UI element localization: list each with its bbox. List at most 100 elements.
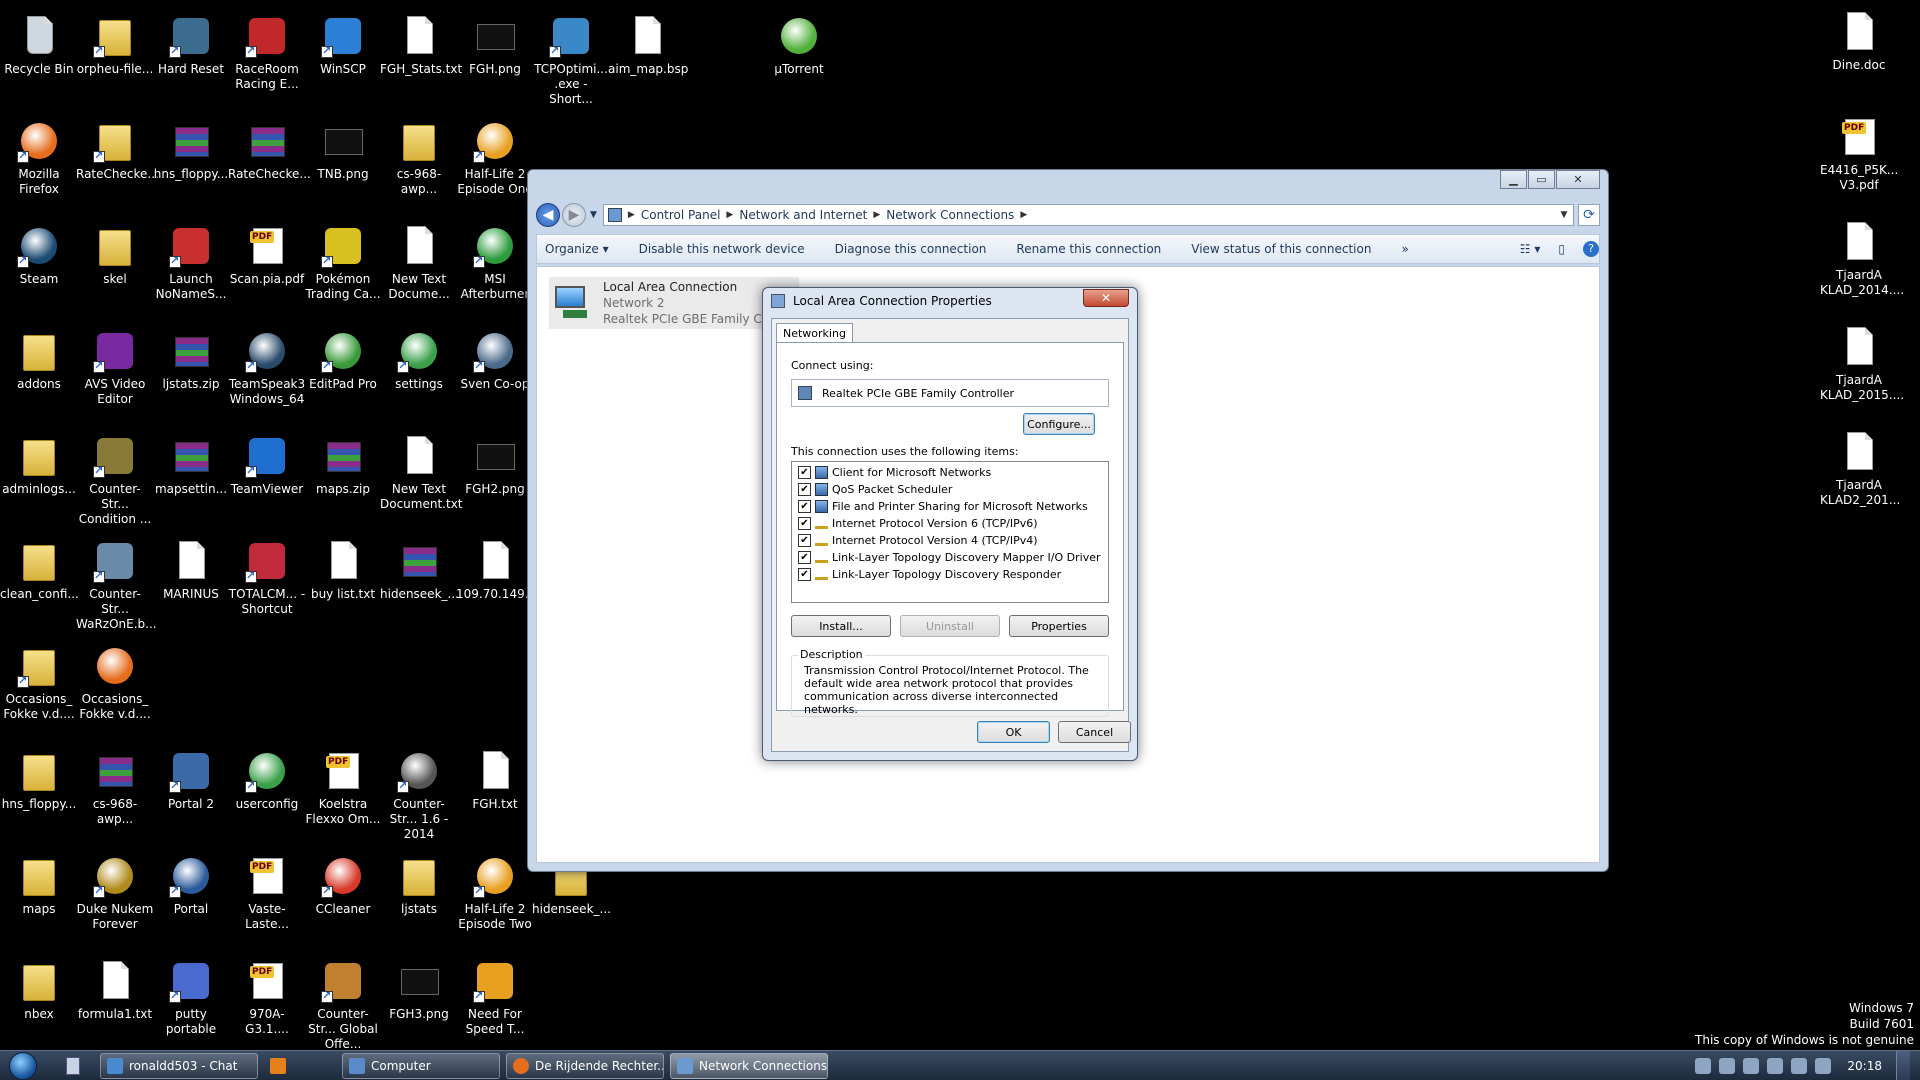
maximize-button[interactable]: ▭	[1528, 170, 1555, 189]
item-checkbox[interactable]: ✔	[798, 568, 811, 581]
start-button[interactable]	[0, 1051, 46, 1080]
desktop-icon[interactable]: Recycle Bin	[0, 14, 78, 77]
desktop-icon[interactable]: WinSCP	[304, 14, 382, 77]
dialog-close-button[interactable]: ✕	[1083, 289, 1129, 307]
minimize-button[interactable]: ▁	[1500, 170, 1527, 189]
desktop-icon[interactable]: hidenseek_...	[380, 539, 459, 602]
desktop-icon[interactable]: FGH2.png	[456, 434, 534, 497]
desktop-icon[interactable]: FGH.txt	[456, 749, 534, 812]
desktop-icon[interactable]: TOTALCM... - Shortcut	[228, 539, 306, 617]
desktop-icon[interactable]: New Text Document.txt	[380, 434, 463, 512]
power-tray-icon[interactable]	[1791, 1057, 1808, 1074]
desktop-icon[interactable]: settings	[380, 329, 458, 392]
desktop-icon[interactable]: skel	[76, 224, 154, 287]
desktop-icon[interactable]: Launch NoNameS...	[152, 224, 230, 302]
properties-button[interactable]: Properties	[1009, 615, 1109, 637]
desktop-icon[interactable]: Portal 2	[152, 749, 230, 812]
desktop-icon[interactable]: TjaardA KLAD_2014....	[1820, 220, 1904, 298]
desktop-icon[interactable]: mapsettin...	[152, 434, 230, 497]
desktop-icon[interactable]: Counter-Str... 1.6 - 2014	[380, 749, 458, 842]
item-checkbox[interactable]: ✔	[798, 500, 811, 513]
desktop-icon[interactable]: buy list.txt	[304, 539, 382, 602]
desktop-icon[interactable]: Portal	[152, 854, 230, 917]
desktop-icon[interactable]: 109.70.149.2...	[456, 539, 548, 602]
desktop-icon[interactable]: cs-968-awp...	[380, 119, 458, 197]
desktop-icon[interactable]: Hard Reset	[152, 14, 230, 77]
desktop-icon[interactable]: aim_map.bsp	[608, 14, 688, 77]
list-item[interactable]: ✔ Client for Microsoft Networks	[798, 464, 1102, 481]
breadcrumb-separator[interactable]: ▶	[1020, 210, 1027, 220]
desktop-icon[interactable]: hns_floppy...	[0, 749, 78, 812]
desktop-icon[interactable]: Counter-Str... WaRzOnE.b...	[76, 539, 157, 632]
close-button[interactable]: ✕	[1556, 170, 1600, 189]
forward-button[interactable]: ▶	[562, 203, 586, 227]
desktop-icon[interactable]: RateChecke...	[76, 119, 159, 182]
breadcrumb-network-connections[interactable]: Network Connections	[886, 208, 1014, 222]
tray-app-icon[interactable]	[1719, 1057, 1736, 1074]
back-button[interactable]: ◀	[536, 203, 560, 227]
desktop-icon[interactable]: maps.zip	[304, 434, 382, 497]
breadcrumb-control-panel[interactable]: Control Panel	[641, 208, 721, 222]
breadcrumb-separator[interactable]: ▶	[726, 210, 733, 220]
desktop-icon[interactable]: maps	[0, 854, 78, 917]
desktop-icon[interactable]: FGH_Stats.txt	[380, 14, 462, 77]
taskbar-item-network-connections[interactable]: Network Connections	[670, 1052, 828, 1079]
uninstall-button[interactable]: Uninstall	[900, 615, 1000, 637]
desktop-icon[interactable]: Occasions_ Fokke v.d....	[0, 644, 78, 722]
desktop-icon[interactable]: TeamSpeak3 Windows_64	[228, 329, 306, 407]
item-checkbox[interactable]: ✔	[798, 483, 811, 496]
list-item[interactable]: ✔ Link-Layer Topology Discovery Mapper I/…	[798, 549, 1102, 566]
desktop-icon[interactable]: putty portable	[152, 959, 230, 1037]
desktop-icon[interactable]: AVS Video Editor	[76, 329, 154, 407]
breadcrumb-separator[interactable]: ▶	[873, 210, 880, 220]
desktop-icon[interactable]: ljstats.zip	[152, 329, 230, 392]
view-status-button[interactable]: View status of this connection	[1191, 242, 1371, 256]
desktop-icon[interactable]: CCleaner	[304, 854, 382, 917]
desktop-icon[interactable]: RaceRoom Racing E...	[228, 14, 306, 92]
desktop-icon[interactable]: Sven Co-op	[456, 329, 534, 392]
list-item[interactable]: ✔ File and Printer Sharing for Microsoft …	[798, 498, 1102, 515]
desktop-icon[interactable]: Half-Life 2 Episode Two	[456, 854, 534, 932]
desktop-icon[interactable]: EditPad Pro	[304, 329, 382, 392]
desktop-icon[interactable]: Half-Life 2 Episode One	[456, 119, 534, 197]
desktop-icon[interactable]: Koelstra Flexxo Om...	[304, 749, 382, 827]
desktop-icon[interactable]: hns_floppy...	[152, 119, 230, 182]
desktop-icon[interactable]: MARINUS	[152, 539, 230, 602]
refresh-icon[interactable]: ⟳	[1578, 204, 1600, 226]
desktop-icon[interactable]: µTorrent	[760, 14, 838, 77]
install-button[interactable]: Install...	[791, 615, 891, 637]
list-item[interactable]: ✔ Internet Protocol Version 6 (TCP/IPv6)	[798, 515, 1102, 532]
address-dropdown-icon[interactable]: ▼	[1555, 210, 1573, 220]
steam-tray-icon[interactable]	[1695, 1057, 1712, 1074]
desktop-icon[interactable]: MSI Afterburner	[456, 224, 534, 302]
configure-button[interactable]: Configure...	[1023, 413, 1095, 435]
item-checkbox[interactable]: ✔	[798, 534, 811, 547]
network-tray-icon[interactable]	[1767, 1057, 1784, 1074]
desktop-icon[interactable]: Vaste-Laste...	[228, 854, 306, 932]
desktop-icon[interactable]: formula1.txt	[76, 959, 154, 1022]
address-bar[interactable]: ▶ Control Panel ▶ Network and Internet ▶…	[602, 204, 1574, 226]
desktop-icon[interactable]: 970A-G3.1....	[228, 959, 306, 1037]
desktop-icon[interactable]: Counter-Str... Condition ...	[76, 434, 154, 527]
taskbar-item-firefox[interactable]: De Rijdende Rechter...	[506, 1052, 664, 1079]
desktop-icon[interactable]: Dine.doc	[1820, 10, 1898, 73]
desktop-icon[interactable]: TNB.png	[304, 119, 382, 182]
desktop-icon[interactable]: adminlogs...	[0, 434, 78, 497]
change-view-icon[interactable]: ☷ ▾	[1520, 242, 1541, 256]
more-commands-button[interactable]: »	[1401, 242, 1408, 256]
item-checkbox[interactable]: ✔	[798, 551, 811, 564]
desktop-icon[interactable]: Occasions_ Fokke v.d....	[76, 644, 154, 722]
clock[interactable]: 20:18	[1847, 1059, 1882, 1073]
show-desktop-button[interactable]	[1896, 1050, 1910, 1080]
desktop-icon[interactable]: nbex	[0, 959, 78, 1022]
desktop-icon[interactable]: Scan.pia.pdf	[228, 224, 306, 287]
desktop-icon[interactable]: Need For Speed T...	[456, 959, 534, 1037]
list-item[interactable]: ✔ QoS Packet Scheduler	[798, 481, 1102, 498]
desktop-icon[interactable]: TCPOptimi... .exe - Short...	[532, 14, 610, 107]
desktop-icon[interactable]: cs-968-awp...	[76, 749, 154, 827]
disable-device-button[interactable]: Disable this network device	[639, 242, 805, 256]
organize-button[interactable]: Organize ▾	[545, 242, 609, 256]
recent-pages-dropdown-icon[interactable]: ▼	[590, 210, 597, 220]
tab-networking[interactable]: Networking	[776, 323, 853, 343]
desktop-icon[interactable]: E4416_P5K... V3.pdf	[1820, 115, 1898, 193]
